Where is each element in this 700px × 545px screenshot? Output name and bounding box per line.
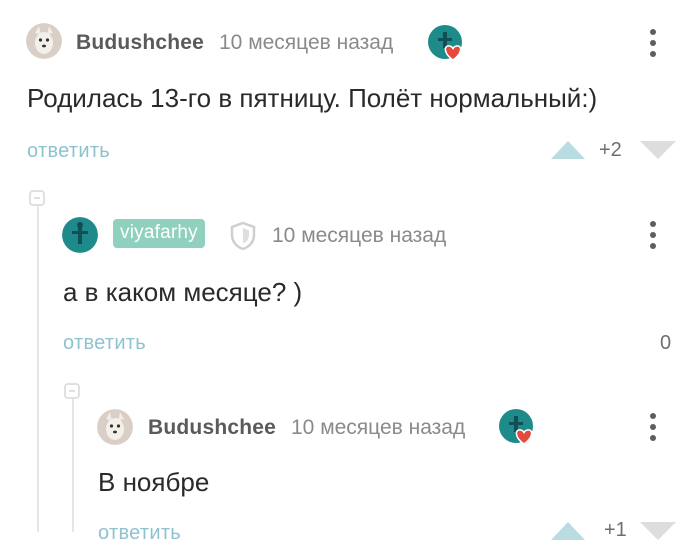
comment-text: В ноябре <box>98 467 210 497</box>
avatar[interactable] <box>97 409 133 445</box>
thread-line <box>37 205 39 532</box>
collapse-thread-icon[interactable] <box>64 383 80 399</box>
avatar[interactable] <box>62 217 98 253</box>
user-badge-icon <box>498 408 536 446</box>
downvote-icon[interactable] <box>640 141 676 164</box>
rating-value: +2 <box>599 139 622 161</box>
avatar[interactable] <box>26 23 62 59</box>
timestamp: 10 месяцев назад <box>291 416 466 439</box>
dog-avatar-icon <box>26 23 62 59</box>
comment-text: а в каком месяце? ) <box>63 277 303 307</box>
user-badge-icon <box>427 24 465 62</box>
shield-icon <box>229 221 257 256</box>
dog-avatar-icon <box>97 409 133 445</box>
username[interactable]: Budushchee <box>76 31 204 55</box>
reply-button[interactable]: ответить <box>27 140 110 163</box>
reply-button[interactable]: ответить <box>98 522 181 545</box>
upvote-icon[interactable] <box>551 141 585 164</box>
rating-value: 0 <box>660 332 672 354</box>
username[interactable]: Budushchee <box>148 416 276 440</box>
figure-avatar-icon <box>62 217 98 253</box>
thread-line <box>72 399 74 532</box>
username-badge[interactable]: viyafarhy <box>113 219 205 248</box>
timestamp: 10 месяцев назад <box>219 31 394 54</box>
downvote-icon[interactable] <box>640 522 676 545</box>
collapse-thread-icon[interactable] <box>29 190 45 206</box>
upvote-icon[interactable] <box>551 522 585 545</box>
timestamp: 10 месяцев назад <box>272 224 447 247</box>
more-options-icon[interactable] <box>649 29 657 62</box>
more-options-icon[interactable] <box>649 413 657 446</box>
reply-button[interactable]: ответить <box>63 332 146 355</box>
more-options-icon[interactable] <box>649 221 657 254</box>
rating-value: +1 <box>604 519 627 541</box>
comment-text: Родилась 13-го в пятницу. Полёт нормальн… <box>27 83 598 113</box>
